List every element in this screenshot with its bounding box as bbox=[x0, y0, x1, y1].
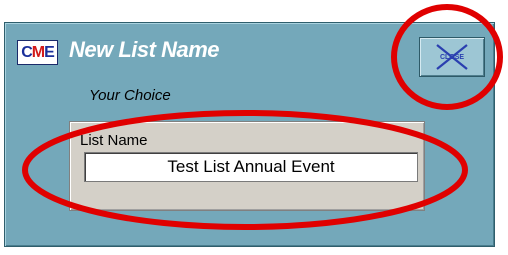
logo-text: CME bbox=[21, 43, 55, 61]
dialog-subtitle: Your Choice bbox=[89, 87, 171, 104]
close-label: CLOSE bbox=[439, 53, 465, 61]
app-logo: CME bbox=[17, 40, 58, 65]
list-name-label: List Name bbox=[80, 132, 148, 149]
list-name-field[interactable]: Test List Annual Event bbox=[84, 152, 418, 182]
new-list-name-dialog: CME New List Name Your Choice CLOSE List… bbox=[4, 22, 495, 247]
close-button[interactable]: CLOSE bbox=[419, 37, 485, 77]
list-name-panel: List Name Test List Annual Event bbox=[69, 121, 425, 211]
dialog-title: New List Name bbox=[69, 37, 220, 62]
